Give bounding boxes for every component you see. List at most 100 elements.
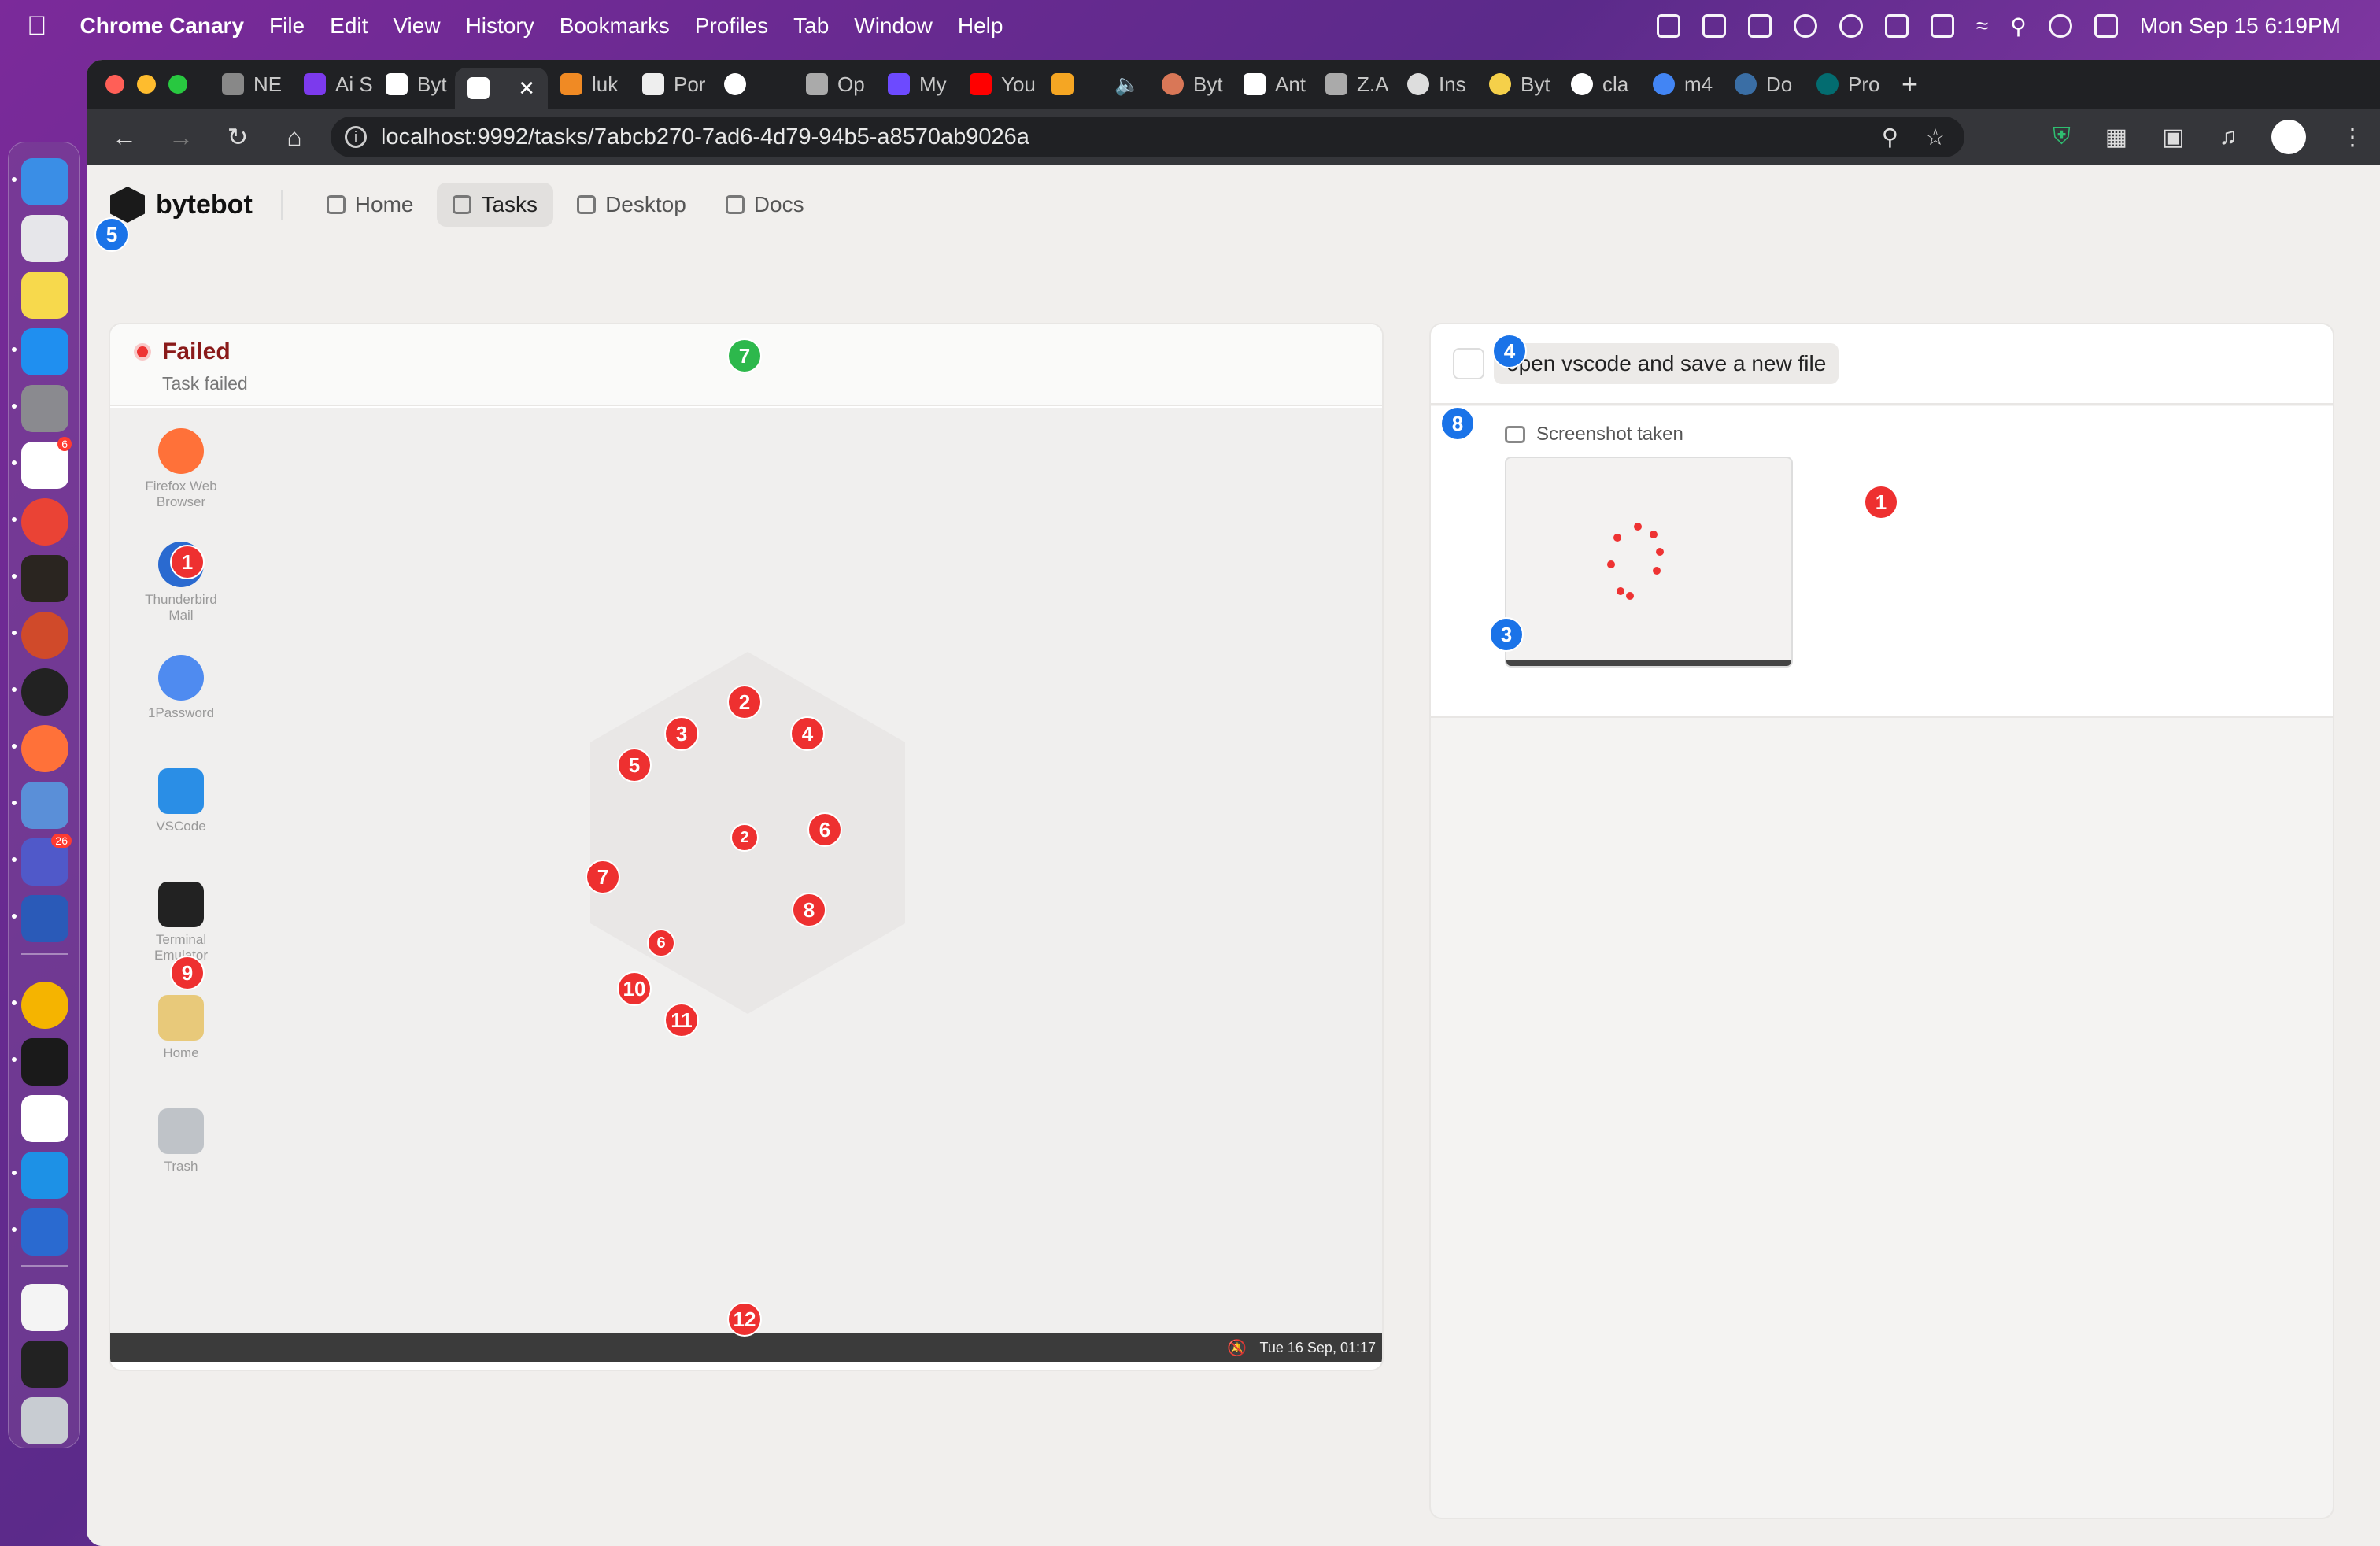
tab-search-icon[interactable]: ▣ (2162, 124, 2184, 151)
browser-tab[interactable]: Op (793, 67, 875, 102)
launchpad-icon[interactable] (21, 215, 68, 262)
browser-tab[interactable]: Do (1722, 67, 1804, 102)
close-window-button[interactable] (105, 75, 124, 94)
browser-tab[interactable]: Por (630, 67, 711, 102)
database-app-icon[interactable] (21, 1208, 68, 1256)
browser-tab[interactable] (711, 67, 793, 102)
terminal-icon[interactable] (21, 1038, 68, 1086)
browser-tab[interactable]: luk (548, 67, 630, 102)
app-store-icon[interactable] (21, 328, 68, 375)
bookmark-star-icon[interactable]: ☆ (1925, 124, 1946, 151)
shield-extension-icon[interactable]: ⛨ (2053, 124, 2071, 150)
screenshot-thumbnail[interactable] (1505, 457, 1793, 668)
menu-tab[interactable]: Tab (793, 13, 829, 39)
spotlight-search-icon[interactable]: ⚲ (2010, 13, 2027, 39)
marker[interactable]: 4 (1492, 334, 1527, 368)
desktop-icon-1password[interactable]: 1Password (142, 655, 220, 721)
browser-tab[interactable]: Byt (373, 67, 455, 102)
marker[interactable]: 1 (1864, 485, 1898, 520)
desktop-icon-home[interactable]: Home (142, 995, 220, 1061)
document-icon[interactable] (21, 1284, 68, 1331)
browser-tab[interactable]: m4 (1640, 67, 1722, 102)
system-settings-icon[interactable] (21, 385, 68, 432)
close-tab-icon[interactable]: ✕ (518, 76, 535, 101)
vm-app-icon[interactable] (21, 895, 68, 942)
desktop-icon-vscode[interactable]: VSCode (142, 768, 220, 834)
marker[interactable]: 7 (586, 860, 620, 894)
menu-window[interactable]: Window (854, 13, 933, 39)
marker[interactable]: 12 (727, 1302, 762, 1337)
nav-home[interactable]: Home (311, 183, 430, 227)
menu-bookmarks[interactable]: Bookmarks (560, 13, 670, 39)
marker[interactable]: 1 (170, 545, 205, 579)
contacts-icon[interactable] (21, 782, 68, 829)
remote-desktop-icon[interactable] (21, 612, 68, 659)
menu-profiles[interactable]: Profiles (695, 13, 768, 39)
nav-desktop[interactable]: Desktop (561, 183, 702, 227)
display-status-icon[interactable] (1884, 14, 1909, 38)
notes-icon[interactable] (21, 272, 68, 319)
desktop-icon-trash[interactable]: Trash (142, 1108, 220, 1174)
marker[interactable]: 8 (792, 893, 826, 927)
desktop-icon-firefox[interactable]: Firefox Web Browser (142, 428, 220, 510)
minimize-window-button[interactable] (137, 75, 156, 94)
menu-clock[interactable]: Mon Sep 15 6:19PM (2140, 13, 2341, 39)
media-control-icon[interactable]: ♫ (2219, 124, 2238, 150)
menu-view[interactable]: View (393, 13, 440, 39)
nav-tasks[interactable]: Tasks (437, 183, 554, 227)
menu-history[interactable]: History (466, 13, 534, 39)
site-info-icon[interactable]: i (345, 126, 367, 148)
marker[interactable]: 10 (617, 971, 652, 1006)
desktop-icon-terminal[interactable]: Terminal Emulator (142, 882, 220, 963)
extensions-icon[interactable]: ▦ (2105, 124, 2127, 151)
browser-tab[interactable]: Byt (1149, 67, 1231, 102)
menu-help[interactable]: Help (958, 13, 1003, 39)
menu-app-name[interactable]: Chrome Canary (80, 13, 245, 39)
profile-avatar[interactable] (2271, 120, 2306, 154)
zoom-icon[interactable]: ⚲ (1882, 124, 1898, 151)
browser-tab[interactable]: Ant (1231, 67, 1313, 102)
terminal-app-icon[interactable] (21, 555, 68, 602)
reload-icon[interactable]: ↻ (209, 122, 266, 152)
new-tab-button[interactable]: + (1901, 68, 1918, 101)
app-status-icon[interactable] (1702, 14, 1726, 38)
battery-icon[interactable] (1930, 14, 1954, 38)
siri-icon[interactable] (2048, 14, 2072, 38)
browser-tab[interactable]: Pro (1804, 67, 1886, 102)
marker[interactable]: 6 (808, 812, 842, 847)
menu-edit[interactable]: Edit (330, 13, 368, 39)
textedit-icon[interactable] (21, 1095, 68, 1142)
chrome-icon[interactable] (21, 498, 68, 546)
home-icon[interactable]: ⌂ (266, 123, 323, 152)
browser-tab[interactable]: 🔈 (1102, 67, 1149, 102)
browser-tab[interactable]: My (875, 67, 957, 102)
forward-icon[interactable]: → (153, 123, 209, 152)
finder-icon[interactable] (21, 158, 68, 205)
marker[interactable]: 5 (94, 217, 129, 252)
chrome-canary-icon[interactable] (21, 982, 68, 1029)
marker[interactable]: 11 (664, 1003, 699, 1037)
teams-status-icon[interactable] (1747, 14, 1772, 38)
chatgpt-icon[interactable] (21, 668, 68, 716)
marker[interactable]: 9 (170, 956, 205, 990)
browser-tab[interactable]: Byt (1476, 67, 1558, 102)
play-status-icon[interactable] (1793, 14, 1817, 38)
marker[interactable]: 8 (1440, 406, 1475, 441)
marker[interactable]: 3 (664, 716, 699, 751)
marker[interactable]: 3 (1489, 617, 1524, 652)
nav-docs[interactable]: Docs (710, 183, 820, 227)
browser-tab[interactable]: Z.A (1313, 67, 1395, 102)
time-machine-icon[interactable] (1839, 14, 1863, 38)
brand-name[interactable]: bytebot (156, 190, 253, 220)
zoom-window-button[interactable] (168, 75, 187, 94)
browser-tab[interactable]: Ai S (291, 67, 373, 102)
marker[interactable]: 2 (730, 823, 759, 852)
back-icon[interactable]: ← (96, 123, 153, 152)
trash-icon[interactable] (21, 1397, 68, 1444)
marker[interactable]: 2 (727, 685, 762, 719)
firefox-icon[interactable] (21, 725, 68, 772)
address-bar[interactable]: i localhost:9992/tasks/7abcb270-7ad6-4d7… (331, 117, 1964, 157)
apple-menu-icon[interactable]:  (27, 11, 47, 42)
teams-icon[interactable]: 26 (21, 834, 72, 886)
control-center-icon[interactable] (2094, 14, 2118, 38)
